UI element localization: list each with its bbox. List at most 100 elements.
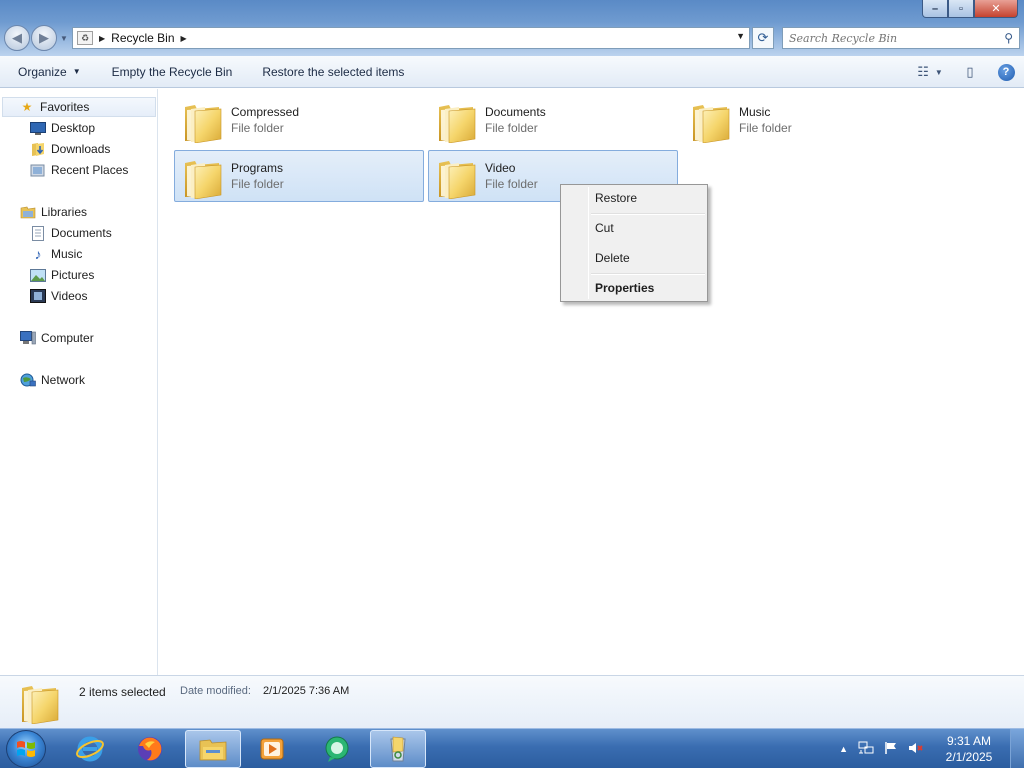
nav-favorites[interactable]: ★ Favorites <box>2 97 156 117</box>
music-note-icon: ♪ <box>34 246 42 262</box>
change-view-button[interactable]: ☷ ▼ <box>908 56 952 88</box>
show-hidden-icons-button[interactable]: ▲ <box>839 744 848 754</box>
taskbar-firefox[interactable] <box>122 730 178 768</box>
taskbar-media-player[interactable] <box>244 730 300 768</box>
help-button[interactable]: ? <box>988 56 1024 88</box>
close-button[interactable]: ✕ <box>974 0 1018 18</box>
search-input[interactable] <box>789 31 994 45</box>
view-icon: ☷ <box>917 64 929 79</box>
menu-item-delete[interactable]: Delete <box>563 246 705 270</box>
nav-libraries[interactable]: Libraries <box>20 202 87 222</box>
recent-places-icon <box>30 163 46 177</box>
command-bar: Organize ▼ Empty the Recycle Bin Restore… <box>0 56 1024 88</box>
forward-arrow-icon: ▶ <box>39 30 49 45</box>
nav-recent-places[interactable]: Recent Places <box>30 160 128 180</box>
file-name: Documents <box>485 105 546 119</box>
navigation-buttons: ◀ ▶ ▼ <box>4 25 70 51</box>
search-box[interactable]: ⚲ <box>782 27 1020 49</box>
address-bar[interactable]: ♻ ▶ Recycle Bin ▶ ▼ <box>72 27 750 49</box>
date-modified-value: 2/1/2025 7:36 AM <box>263 685 350 697</box>
command-bar-right: ☷ ▼ ▯ ? <box>908 56 1024 88</box>
organize-label: Organize <box>18 64 67 79</box>
navigation-pane: ★ Favorites Desktop Downloads Recent Pla… <box>0 89 158 675</box>
taskbar-messenger[interactable] <box>309 730 365 768</box>
file-name: Video <box>485 161 516 175</box>
nav-computer-label: Computer <box>41 331 94 345</box>
organize-button[interactable]: Organize ▼ <box>0 65 81 79</box>
breadcrumb-arrow-icon[interactable]: ▶ <box>181 34 187 43</box>
nav-library-pictures[interactable]: Pictures <box>30 265 94 285</box>
address-dropdown-icon[interactable]: ▼ <box>736 31 745 41</box>
system-clock[interactable]: 9:31 AM 2/1/2025 <box>934 733 1004 765</box>
chevron-down-icon: ▼ <box>60 33 68 43</box>
taskbar: ▲ 9:31 AM 2/1/2025 <box>0 728 1024 768</box>
breadcrumb-recycle-bin[interactable]: Recycle Bin <box>111 31 174 45</box>
preview-pane-button[interactable]: ▯ <box>952 56 988 88</box>
volume-muted-icon[interactable] <box>908 741 924 758</box>
folder-icon <box>689 101 731 143</box>
start-button[interactable] <box>6 730 46 768</box>
refresh-button[interactable]: ⟳ <box>752 27 774 49</box>
maximize-button[interactable]: ▫ <box>948 0 974 18</box>
menu-item-cut[interactable]: Cut <box>563 216 705 240</box>
help-icon: ? <box>997 63 1015 81</box>
forward-button[interactable]: ▶ <box>31 25 57 51</box>
nav-library-documents[interactable]: Documents <box>30 223 112 243</box>
menu-item-restore[interactable]: Restore <box>563 186 705 210</box>
empty-recycle-bin-button[interactable]: Empty the Recycle Bin <box>81 65 233 79</box>
file-name: Programs <box>231 161 284 175</box>
menu-separator <box>591 273 705 275</box>
pictures-icon <box>30 268 46 282</box>
folder-icon <box>18 680 60 726</box>
nav-computer[interactable]: Computer <box>20 328 94 348</box>
folder-icon <box>435 101 477 143</box>
caption-buttons: – ▫ ✕ <box>922 0 1018 18</box>
recycle-bin-icon: ♻ <box>77 31 93 45</box>
preview-pane-icon: ▯ <box>966 64 974 79</box>
libraries-icon <box>20 205 36 219</box>
recycle-bin-icon <box>390 736 406 762</box>
taskbar-internet-explorer[interactable] <box>62 730 118 768</box>
nav-library-videos-label: Videos <box>51 289 88 303</box>
minimize-button[interactable]: – <box>922 0 948 18</box>
menu-item-properties[interactable]: Properties <box>563 276 705 300</box>
nav-favorites-label: Favorites <box>40 100 90 114</box>
refresh-icon: ⟳ <box>757 30 769 45</box>
nav-library-music[interactable]: ♪ Music <box>30 244 83 264</box>
title-bar: – ▫ ✕ ◀ ▶ ▼ ♻ ▶ Recycle Bin ▶ ▼ ⟳ ⚲ <box>0 0 1024 56</box>
restore-selected-button[interactable]: Restore the selected items <box>232 65 404 79</box>
explorer-window: – ▫ ✕ ◀ ▶ ▼ ♻ ▶ Recycle Bin ▶ ▼ ⟳ ⚲ Orga… <box>0 0 1024 728</box>
documents-icon <box>30 225 46 241</box>
nav-library-pictures-label: Pictures <box>51 268 95 282</box>
show-desktop-button[interactable] <box>1010 729 1024 768</box>
file-item-compressed[interactable]: Compressed File folder <box>174 94 424 146</box>
nav-library-documents-label: Documents <box>51 226 112 240</box>
firefox-icon <box>138 737 162 761</box>
file-name: Music <box>739 105 771 119</box>
nav-library-videos[interactable]: Videos <box>30 286 87 306</box>
nav-network[interactable]: Network <box>20 370 85 390</box>
taskbar-file-explorer[interactable] <box>185 730 241 768</box>
action-center-flag-icon[interactable] <box>884 741 898 758</box>
breadcrumb-arrow-icon[interactable]: ▶ <box>99 34 105 43</box>
nav-desktop[interactable]: Desktop <box>30 118 95 138</box>
chevron-down-icon: ▼ <box>934 67 943 77</box>
file-explorer-icon <box>199 739 227 761</box>
file-item-music[interactable]: Music File folder <box>682 94 932 146</box>
recent-pages-dropdown[interactable]: ▼ <box>60 25 70 51</box>
date-modified-label: Date modified: <box>180 685 251 697</box>
network-status-icon[interactable] <box>858 741 874 758</box>
file-item-programs[interactable]: Programs File folder <box>174 150 424 202</box>
media-player-icon <box>260 738 284 760</box>
nav-downloads[interactable]: Downloads <box>30 139 110 159</box>
file-type: File folder <box>485 177 538 191</box>
search-icon[interactable]: ⚲ <box>1004 31 1013 45</box>
nav-network-label: Network <box>41 373 86 387</box>
nav-downloads-label: Downloads <box>51 142 111 156</box>
file-item-documents[interactable]: Documents File folder <box>428 94 678 146</box>
folder-icon <box>181 157 223 199</box>
desktop-icon <box>30 121 46 135</box>
back-button[interactable]: ◀ <box>4 25 30 51</box>
clock-date: 2/1/2025 <box>945 750 993 764</box>
taskbar-recycle-bin-window[interactable] <box>370 730 426 768</box>
